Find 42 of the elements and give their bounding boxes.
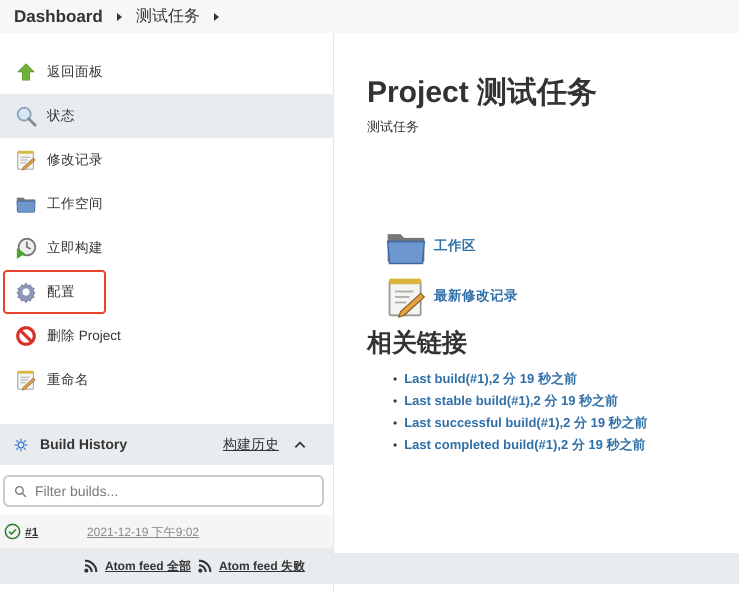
rss-icon [196,558,213,574]
clock-icon [15,237,37,259]
related-link[interactable]: Last stable build(#1),2 分 19 秒之前 [404,390,618,412]
bullet: • [393,414,398,432]
up-arrow-icon [15,61,37,83]
page-title: Project 测试任务 [367,75,598,111]
bullet: • [393,392,398,410]
sidebar-item[interactable]: 状态 [0,94,333,138]
sidebar-item[interactable]: 配置 [3,270,106,314]
search-icon [15,105,37,127]
settings-icon [15,281,37,303]
project-description: 测试任务 [367,118,420,136]
feed-link[interactable]: Atom feed 失败 [218,557,305,575]
build-link[interactable]: #1 [25,522,83,540]
sidebar-item[interactable]: 删除 Project [0,314,333,358]
related-link[interactable]: Last completed build(#1),2 分 19 秒之前 [404,434,646,456]
caret-icon [214,12,219,20]
no-entry-icon [15,325,37,347]
breadcrumb-link[interactable]: 测试任务 [136,4,200,28]
sidebar-item[interactable]: 工作空间 [0,182,333,226]
sun-icon [14,438,28,452]
main-link[interactable]: 最新修改记录 [384,272,739,322]
section-heading: 相关链接 [367,328,468,358]
search-icon [14,485,27,498]
sidebar-item[interactable]: 重命名 [0,358,333,402]
filter-field[interactable]: Filter builds... [3,475,324,507]
related-link[interactable]: Last successful build(#1),2 分 19 秒之前 [404,412,648,434]
bullet: • [393,436,398,454]
sidebar-item[interactable]: 立即构建 [0,226,333,270]
bullet: • [393,370,398,388]
sidebar-item[interactable]: 返回面板 [0,50,333,94]
build-history-title: Build History [40,435,128,454]
sidebar-item[interactable]: 修改记录 [0,138,333,182]
build-history-link[interactable]: 构建历史 [223,434,279,455]
caret-icon [116,12,122,20]
rss-icon [82,558,99,574]
feed-link[interactable]: Atom feed 全部 [104,557,191,575]
related-link[interactable]: Last build(#1),2 分 19 秒之前 [404,368,577,390]
notepad-icon [15,149,37,171]
main-link[interactable]: 工作区 [384,222,739,272]
notepad-icon [15,369,37,391]
breadcrumb-link[interactable]: Dashboard [14,4,103,30]
